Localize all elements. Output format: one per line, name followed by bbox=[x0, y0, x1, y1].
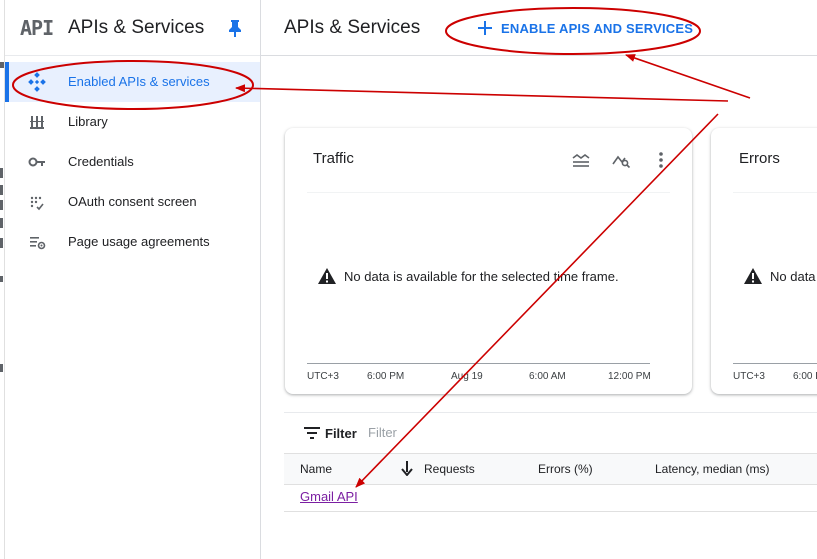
sidebar-header: API APIs & Services bbox=[5, 0, 260, 56]
legend-toggle-icon[interactable] bbox=[571, 150, 591, 170]
sidebar-item-library[interactable]: Library bbox=[5, 102, 260, 142]
column-header-errors[interactable]: Errors (%) bbox=[538, 462, 593, 476]
library-icon bbox=[30, 116, 44, 129]
errors-card: Errors No data UTC+3 6:00 P bbox=[711, 128, 817, 394]
page-usage-settings-icon bbox=[30, 237, 46, 250]
no-data-message: No data is available for the selected ti… bbox=[344, 268, 619, 284]
column-header-requests[interactable]: Requests bbox=[424, 462, 475, 476]
axis-tick: UTC+3 bbox=[733, 371, 765, 382]
sidebar-item-credentials[interactable]: Credentials bbox=[5, 142, 260, 182]
edge-fragment bbox=[0, 185, 3, 195]
sidebar-item-enabled-apis[interactable]: Enabled APIs & services bbox=[5, 62, 260, 102]
oauth-consent-icon bbox=[30, 196, 44, 211]
key-icon bbox=[28, 157, 45, 167]
x-axis bbox=[733, 363, 817, 364]
filter-icon[interactable] bbox=[304, 427, 320, 439]
column-header-name[interactable]: Name bbox=[300, 462, 332, 476]
warning-icon bbox=[318, 268, 336, 284]
table-header: Name Requests Errors (%) Latency, median… bbox=[284, 453, 817, 485]
edge-fragment bbox=[0, 218, 3, 228]
edge-fragment bbox=[0, 200, 3, 210]
sidebar-item-label: Enabled APIs & services bbox=[68, 74, 210, 89]
sort-down-icon[interactable] bbox=[401, 460, 413, 476]
errors-card-title: Errors bbox=[739, 150, 780, 167]
sidebar: API APIs & Services Enabled APIs & servi… bbox=[5, 0, 261, 559]
sidebar-title: APIs & Services bbox=[68, 17, 205, 38]
edge-fragment bbox=[0, 168, 3, 178]
enable-apis-button[interactable]: ENABLE APIS AND SERVICES bbox=[471, 14, 699, 42]
table-row: Gmail API bbox=[284, 484, 817, 512]
filter-input[interactable]: Filter bbox=[368, 425, 397, 440]
edge-fragment bbox=[0, 276, 3, 282]
x-axis bbox=[307, 363, 650, 364]
plus-icon bbox=[478, 21, 492, 35]
traffic-card: Traffic No data is available for the sel… bbox=[285, 128, 692, 394]
axis-tick: 6:00 P bbox=[793, 371, 817, 382]
axis-tick: 12:00 PM bbox=[608, 371, 651, 382]
traffic-card-title: Traffic bbox=[313, 150, 354, 167]
edge-fragment bbox=[0, 364, 3, 372]
sidebar-item-label: Library bbox=[68, 114, 108, 129]
more-vert-icon[interactable] bbox=[651, 150, 671, 170]
annotation-arrow-to-enable bbox=[625, 54, 751, 99]
card-divider bbox=[733, 192, 817, 193]
api-name-link[interactable]: Gmail API bbox=[300, 489, 358, 504]
filter-bar: Filter Filter bbox=[284, 412, 817, 453]
explore-chart-icon[interactable] bbox=[611, 150, 631, 170]
axis-tick: UTC+3 bbox=[307, 371, 339, 382]
annotation-arrow-to-enabled-apis bbox=[235, 84, 729, 102]
page-title: APIs & Services bbox=[284, 17, 421, 38]
enable-apis-button-label: ENABLE APIS AND SERVICES bbox=[501, 20, 694, 36]
traffic-no-data: No data is available for the selected ti… bbox=[318, 268, 619, 284]
axis-tick: 6:00 PM bbox=[367, 371, 405, 382]
axis-tick: Aug 19 bbox=[451, 371, 483, 382]
warning-icon bbox=[744, 268, 762, 284]
edge-fragment bbox=[0, 62, 4, 68]
filter-label[interactable]: Filter bbox=[325, 426, 357, 441]
main-header: APIs & Services ENABLE APIS AND SERVICES bbox=[261, 0, 817, 56]
api-logo: API bbox=[20, 16, 54, 40]
no-data-message: No data bbox=[770, 268, 816, 284]
edge-fragment bbox=[0, 238, 3, 248]
column-header-latency[interactable]: Latency, median (ms) bbox=[655, 462, 770, 476]
sidebar-item-page-usage[interactable]: Page usage agreements bbox=[5, 222, 260, 262]
pin-icon[interactable] bbox=[228, 19, 242, 37]
sidebar-item-label: Credentials bbox=[68, 154, 134, 169]
errors-no-data: No data bbox=[744, 268, 816, 284]
card-divider bbox=[307, 192, 670, 193]
sidebar-item-label: OAuth consent screen bbox=[68, 194, 197, 209]
sidebar-item-oauth-consent[interactable]: OAuth consent screen bbox=[5, 182, 260, 222]
enabled-apis-icon bbox=[28, 72, 46, 92]
sidebar-item-label: Page usage agreements bbox=[68, 234, 210, 249]
axis-tick: 6:00 AM bbox=[529, 371, 566, 382]
